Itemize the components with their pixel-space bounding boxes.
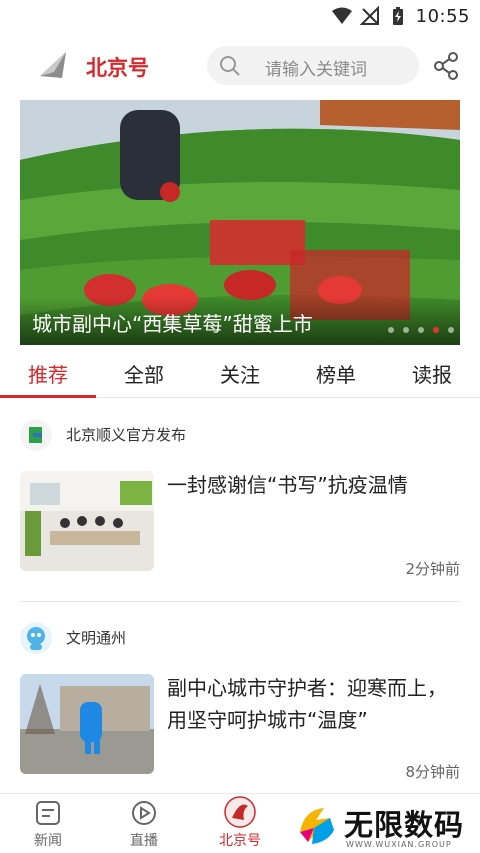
carousel-dots [388, 327, 454, 333]
article-thumbnail[interactable] [20, 471, 154, 571]
search-placeholder: 请输入关键词 [265, 60, 367, 80]
status-bar: 10:55 [0, 0, 480, 32]
clock: 10:55 [415, 5, 470, 27]
feed-card[interactable]: 北京顺义官方发布 一封感谢信“书写”抗疫温情 2分钟前 [0, 410, 480, 602]
watermark-text: 无限数码 [344, 808, 465, 842]
nav-live[interactable]: 直播 [104, 794, 184, 853]
carousel-dot[interactable] [418, 327, 424, 333]
battery-charging-icon [392, 7, 403, 25]
tab-rankings[interactable]: 榜单 [316, 359, 356, 388]
carousel-dot[interactable] [448, 327, 454, 333]
article-thumbnail[interactable] [20, 674, 154, 774]
article-headline[interactable]: 一封感谢信“书写”抗疫温情 [167, 469, 457, 501]
banner-caption: 城市副中心“西集草莓”甜蜜上市 [32, 312, 313, 336]
carousel-dot[interactable] [403, 327, 409, 333]
tab-recommended[interactable]: 推荐 [28, 359, 68, 388]
no-signal-icon [359, 6, 379, 25]
thumbnail-image [20, 471, 154, 571]
category-tabs: 推荐 全部 关注 榜单 读报 [0, 348, 480, 398]
banner-carousel[interactable]: 城市副中心“西集草莓”甜蜜上市 [20, 100, 460, 345]
banner-caption-overlay: 城市副中心“西集草莓”甜蜜上市 [20, 297, 460, 345]
source-avatar[interactable] [20, 419, 52, 451]
play-icon [132, 801, 156, 825]
app-title: 北京号 [86, 56, 149, 80]
article-headline[interactable]: 副中心城市守护者：迎寒而上，用坚守呵护城市“温度” [167, 672, 457, 736]
publish-time: 8分钟前 [405, 763, 460, 781]
source-name[interactable]: 文明通州 [66, 627, 126, 648]
nav-beijing-hao[interactable]: 北京号 [200, 794, 280, 853]
beijing-hao-icon [224, 796, 256, 828]
tab-all[interactable]: 全部 [124, 359, 164, 388]
thumbnail-image [20, 674, 154, 774]
wifi-icon [331, 7, 352, 24]
source-name[interactable]: 北京顺义官方发布 [66, 424, 186, 445]
tab-following[interactable]: 关注 [220, 359, 260, 388]
nav-beijing-hao-label: 北京号 [219, 833, 261, 849]
watermark: 无限数码 WWW.WUXIAN.GROUP [292, 800, 480, 853]
share-icon[interactable] [432, 51, 460, 81]
tab-newspaper[interactable]: 读报 [412, 359, 452, 388]
news-icon [36, 801, 60, 825]
app-header: 北京号 请输入关键词 [0, 38, 480, 94]
app-logo-icon [40, 52, 66, 78]
nav-news[interactable]: 新闻 [8, 794, 88, 853]
watermark-url: WWW.WUXIAN.GROUP [346, 840, 452, 849]
nav-live-label: 直播 [130, 833, 158, 849]
search-input[interactable]: 请输入关键词 [207, 46, 419, 85]
source-logo-icon [20, 419, 52, 451]
publish-time: 2分钟前 [405, 560, 460, 578]
carousel-dot[interactable] [388, 327, 394, 333]
search-icon [220, 56, 240, 76]
feed-divider [20, 601, 460, 602]
feed-card[interactable]: 文明通州 副中心城市守护者：迎寒而上，用坚守呵护城市“温度” 8分钟前 [0, 613, 480, 793]
source-avatar[interactable] [20, 622, 52, 654]
watermark-logo-icon [297, 805, 337, 845]
mascot-icon [20, 622, 52, 654]
nav-news-label: 新闻 [34, 833, 62, 849]
active-tab-indicator [0, 395, 96, 398]
carousel-dot-active[interactable] [433, 327, 439, 333]
